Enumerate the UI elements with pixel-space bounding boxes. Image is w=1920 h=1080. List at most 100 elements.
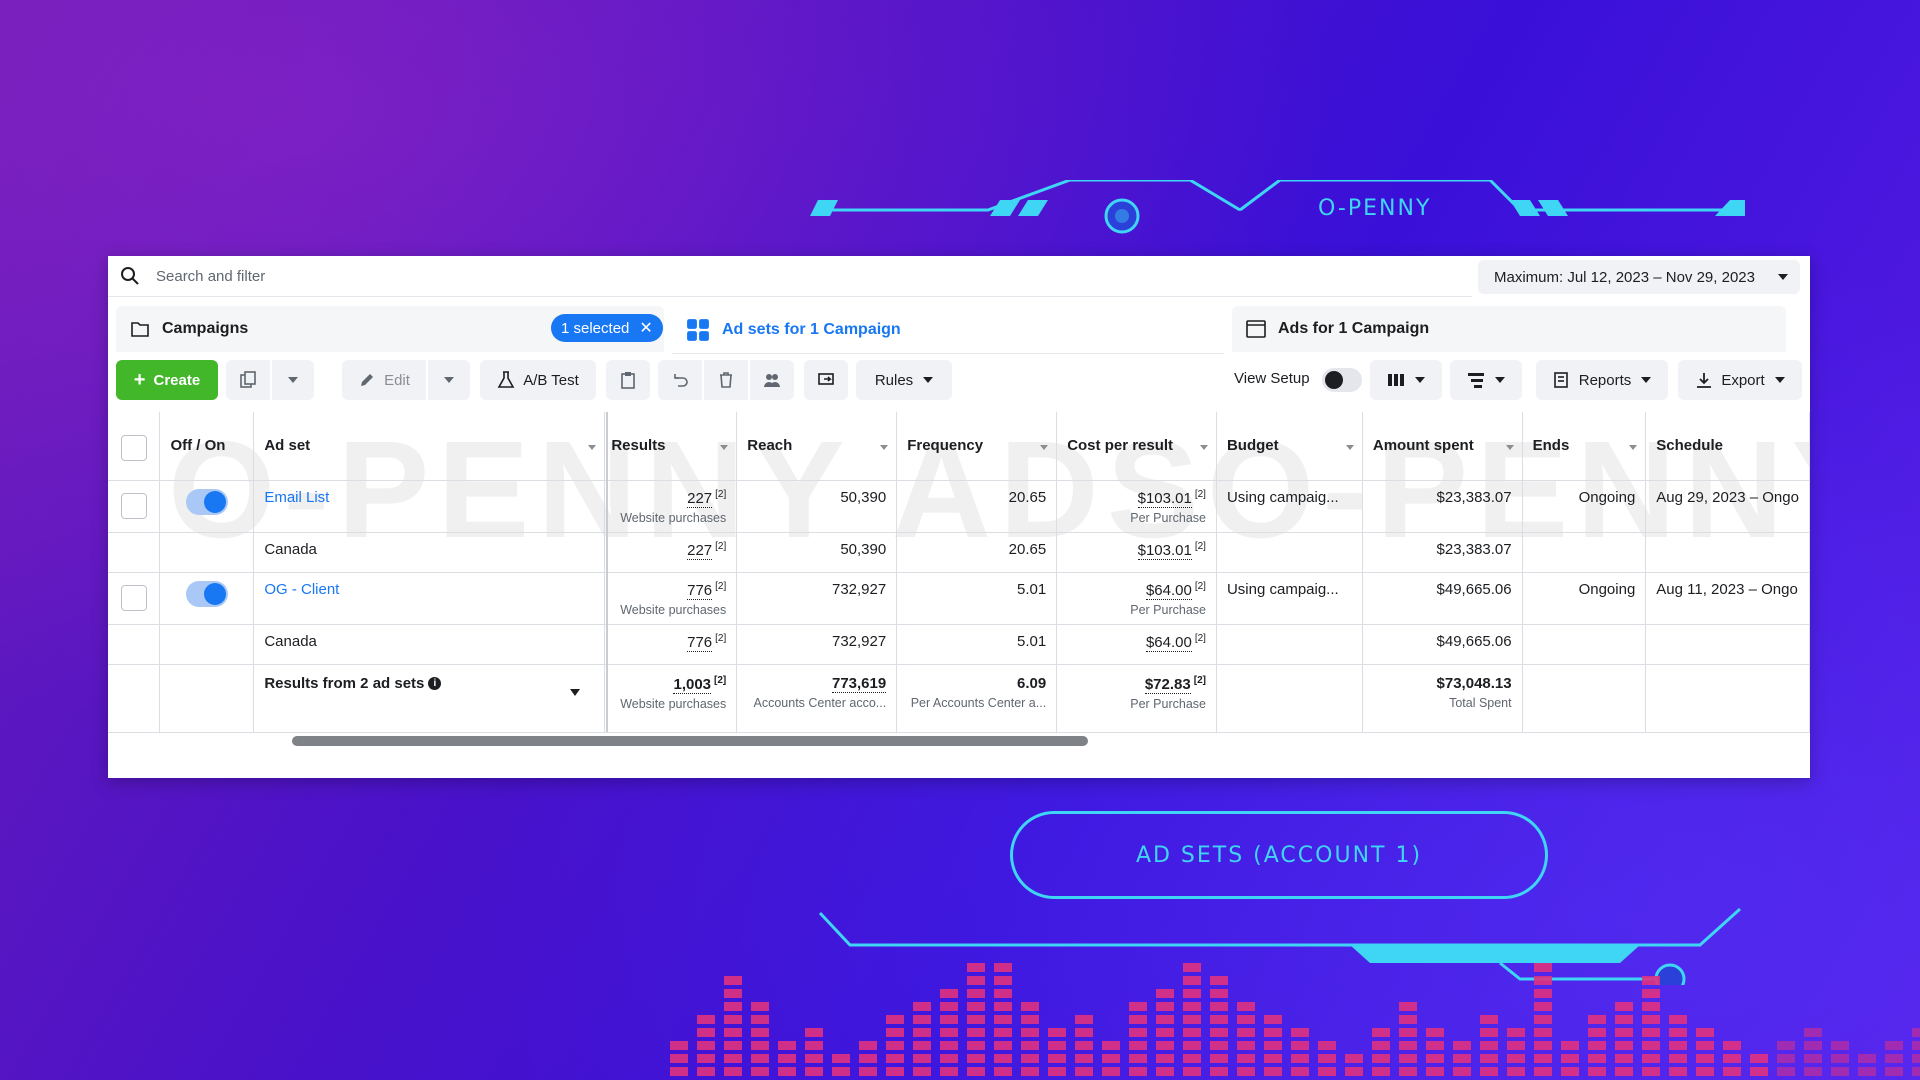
ad-set-name-link[interactable]: Email List [264, 489, 329, 506]
undo-button[interactable] [658, 360, 702, 400]
equalizer-bar-segment [1885, 1041, 1903, 1050]
tab-ad-sets[interactable]: Ad sets for 1 Campaign [672, 306, 1224, 354]
table-row[interactable]: Email List 227 [2] Website purchases 50,39… [108, 480, 1810, 533]
delete-button[interactable] [704, 360, 748, 400]
ad-set-name-link[interactable]: OG - Client [264, 581, 339, 598]
cpr-value[interactable]: $64.00 [1145, 633, 1192, 652]
create-button[interactable]: + Create [116, 360, 218, 400]
column-header-reach[interactable]: Reach [736, 412, 898, 481]
column-header-off-on[interactable]: Off / On [159, 412, 255, 481]
share-icon [818, 373, 834, 385]
cpr-value[interactable]: $103.01 [1137, 489, 1192, 508]
export-dropdown[interactable]: Export [1678, 360, 1802, 400]
cpr-value[interactable]: $103.01 [1137, 541, 1192, 560]
search-bar[interactable]: Search and filter [108, 256, 1472, 297]
date-range-picker[interactable]: Maximum: Jul 12, 2023 – Nov 29, 2023 [1478, 260, 1800, 294]
clipboard-button[interactable] [606, 360, 650, 400]
chevron-down-icon[interactable] [570, 688, 581, 696]
equalizer-bar-segment [1183, 1041, 1201, 1050]
equalizer-bar-segment [697, 1028, 715, 1037]
ad-icon [1246, 320, 1266, 338]
ad-set-toggle[interactable] [185, 488, 228, 515]
equalizer-bar-segment [1534, 1002, 1552, 1011]
horizontal-scrollbar[interactable] [292, 736, 1088, 746]
duplicate-button[interactable] [226, 360, 270, 400]
table-row[interactable]: OG - Client 776 [2] Website purchases 732,… [108, 572, 1810, 625]
cpr-value[interactable]: $64.00 [1145, 581, 1192, 600]
total-results-value[interactable]: 1,003 [673, 675, 712, 694]
breakdown-dropdown[interactable] [1450, 360, 1522, 400]
results-value[interactable]: 776 [687, 633, 713, 652]
share-button[interactable] [804, 360, 848, 400]
equalizer-bar-segment [940, 1054, 958, 1063]
footnote-marker: [2] [715, 580, 727, 592]
edit-button[interactable]: Edit [342, 360, 426, 400]
column-header-amount-spent[interactable]: Amount spent [1362, 412, 1523, 481]
column-header-results[interactable]: Results [604, 412, 738, 481]
view-setup-toggle[interactable] [1322, 368, 1362, 392]
equalizer-bar-segment [1021, 1067, 1039, 1076]
equalizer-bar-segment [724, 1054, 742, 1063]
reach-cell: 732,927 [736, 572, 898, 625]
ad-set-toggle[interactable] [185, 580, 228, 607]
equalizer-bar-segment [1912, 1054, 1920, 1063]
equalizer-bar-segment [1021, 1041, 1039, 1050]
equalizer-bar-segment [1372, 1041, 1390, 1050]
ab-test-label: A/B Test [523, 371, 579, 389]
empty-cell [1522, 664, 1647, 733]
column-header-schedule[interactable]: Schedule [1645, 412, 1810, 481]
audience-button[interactable] [750, 360, 794, 400]
equalizer-bar-segment [1210, 976, 1228, 985]
equalizer-bar-segment [1480, 1067, 1498, 1076]
total-cpr-value[interactable]: $72.83 [1144, 675, 1191, 694]
column-header-ends[interactable]: Ends [1522, 412, 1647, 481]
column-header-cost-per-result[interactable]: Cost per result [1056, 412, 1217, 481]
budget-cell [1216, 624, 1363, 665]
search-placeholder[interactable]: Search and filter [156, 268, 265, 285]
row-checkbox[interactable] [120, 584, 147, 611]
rules-dropdown[interactable]: Rules [856, 360, 952, 400]
results-value[interactable]: 776 [687, 581, 713, 600]
undo-icon [674, 374, 688, 387]
column-header-ad-set-label: Ad set [264, 437, 311, 455]
column-header-budget[interactable]: Budget [1216, 412, 1363, 481]
close-icon[interactable]: ✕ [639, 318, 652, 338]
column-header-ad-set[interactable]: Ad set [253, 412, 606, 481]
equalizer-bar-segment [1723, 1067, 1741, 1076]
column-header-frequency[interactable]: Frequency [896, 412, 1058, 481]
flask-icon [497, 371, 515, 388]
row-checkbox[interactable] [120, 492, 147, 519]
equalizer-bar-segment [967, 976, 985, 985]
view-setup-label: View Setup [1234, 370, 1310, 387]
selected-count-badge[interactable]: 1 selected ✕ [551, 314, 663, 342]
total-reach-cell: 773,619 Accounts Center acco... [736, 664, 898, 733]
total-reach-subtext: Accounts Center acco... [753, 695, 887, 710]
equalizer-bar-segment [1075, 1041, 1093, 1050]
select-all-checkbox[interactable] [120, 434, 147, 461]
results-value[interactable]: 227 [687, 489, 713, 508]
breakdown-row: Canada 227 [2] 50,390 20.65 $103.01 [2] $2… [108, 532, 1810, 573]
tab-campaigns[interactable]: Campaigns 1 selected ✕ [116, 306, 664, 352]
equalizer-bar-segment [913, 1015, 931, 1024]
level-tabs: Campaigns 1 selected ✕ Ad sets for 1 Cam… [116, 306, 1802, 354]
info-icon[interactable]: i [428, 677, 442, 691]
date-range-label: Maximum: Jul 12, 2023 – Nov 29, 2023 [1494, 268, 1755, 286]
equalizer-bar-segment [1534, 963, 1552, 972]
edit-dropdown[interactable] [428, 360, 470, 400]
equalizer-bar-segment [1912, 1041, 1920, 1050]
tab-ads[interactable]: Ads for 1 Campaign [1232, 306, 1786, 352]
duplicate-dropdown[interactable] [272, 360, 314, 400]
ab-test-button[interactable]: A/B Test [480, 360, 596, 400]
equalizer-bar-segment [805, 1054, 823, 1063]
equalizer-bar-segment [1075, 1067, 1093, 1076]
results-cell: 227 [2] Website purchases [604, 480, 738, 533]
reports-dropdown[interactable]: Reports [1536, 360, 1668, 400]
chevron-down-icon [444, 377, 454, 383]
results-value[interactable]: 227 [687, 541, 713, 560]
ad-sets-account-button[interactable]: AD SETS (ACCOUNT 1) [1010, 811, 1548, 899]
equalizer-bar-segment [1210, 989, 1228, 998]
equalizer-bar-segment [1048, 1028, 1066, 1037]
equalizer-bar-segment [967, 1067, 985, 1076]
total-reach-value[interactable]: 773,619 [831, 674, 887, 693]
columns-dropdown[interactable] [1370, 360, 1442, 400]
